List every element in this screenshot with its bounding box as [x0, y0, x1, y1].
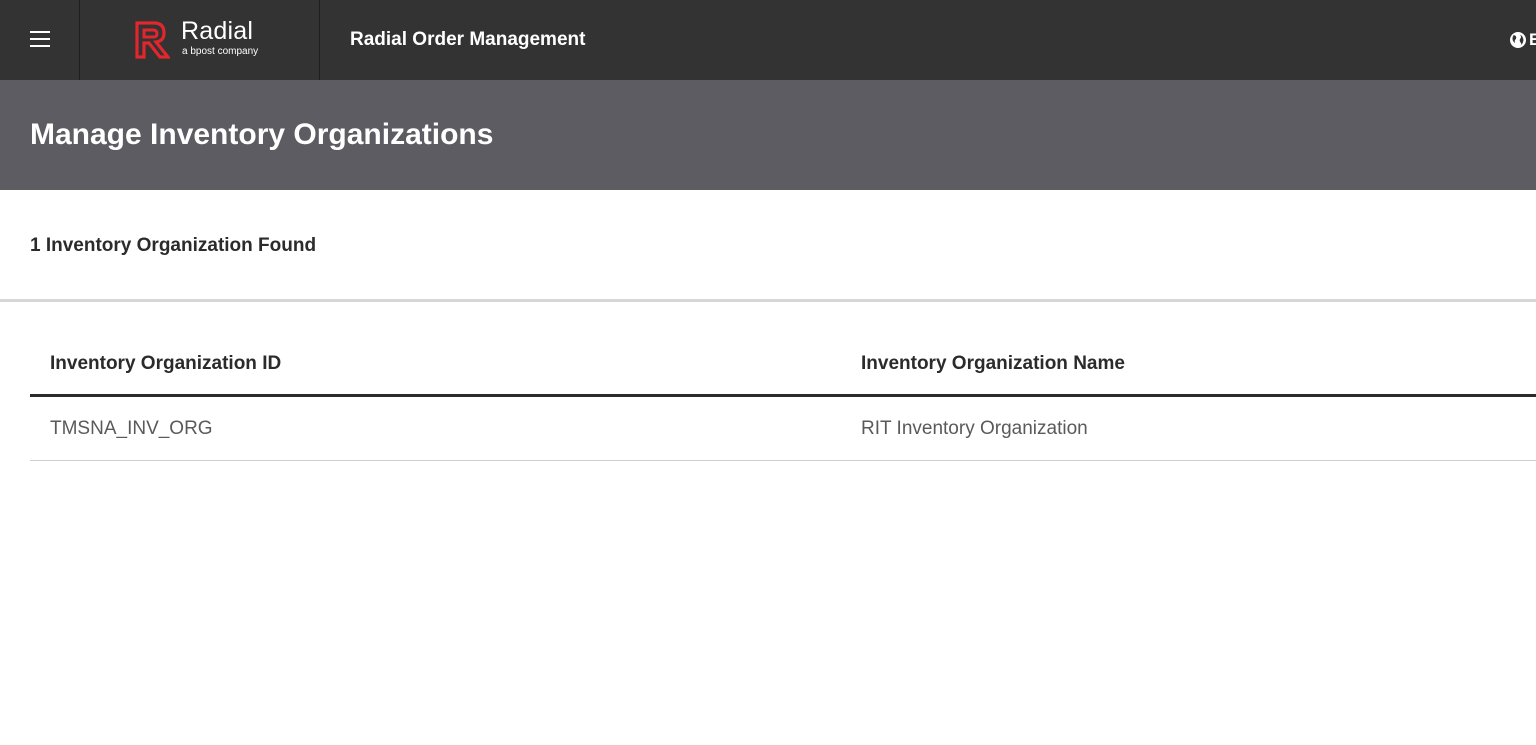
- table-header: Inventory Organization ID Inventory Orga…: [30, 330, 1536, 397]
- hamburger-icon: [30, 31, 50, 33]
- column-header-name[interactable]: Inventory Organization Name: [861, 352, 1125, 376]
- radial-r-logo: [135, 21, 170, 59]
- menu-button[interactable]: [0, 0, 80, 80]
- page-title: Manage Inventory Organizations: [30, 118, 494, 151]
- cell-organization-id: TMSNA_INV_ORG: [50, 418, 213, 439]
- top-navigation-bar: Radial a bpost company Radial Order Mana…: [0, 0, 1536, 80]
- results-count: 1 Inventory Organization Found: [30, 235, 317, 256]
- app-title: Radial Order Management: [350, 29, 586, 50]
- table-row[interactable]: TMSNA_INV_ORG RIT Inventory Organization: [30, 397, 1536, 461]
- section-divider: [0, 299, 1536, 302]
- page-header: Manage Inventory Organizations: [0, 80, 1536, 190]
- brand-tagline: a bpost company: [182, 46, 259, 57]
- brand-name: Radial: [181, 17, 254, 45]
- cell-organization-name: RIT Inventory Organization: [861, 418, 1088, 439]
- globe-icon[interactable]: [1509, 31, 1527, 49]
- inventory-organizations-table: Inventory Organization ID Inventory Orga…: [30, 330, 1536, 461]
- locale-label[interactable]: E: [1529, 30, 1536, 50]
- column-header-id[interactable]: Inventory Organization ID: [50, 352, 281, 376]
- brand-logo[interactable]: Radial a bpost company: [80, 0, 320, 80]
